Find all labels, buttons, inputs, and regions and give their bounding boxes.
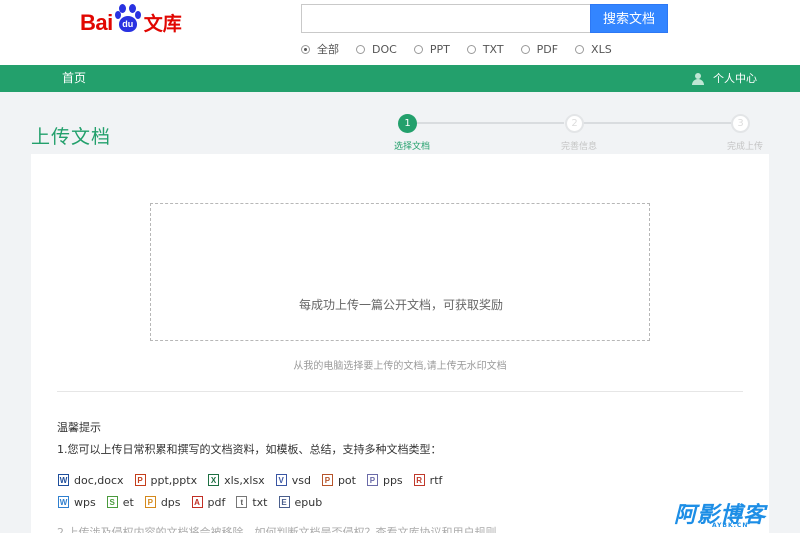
radio-icon[interactable]: [413, 44, 423, 54]
file-type-doc: Wdoc,docx: [58, 474, 124, 487]
file-type-label: pps: [382, 473, 403, 487]
file-type-ppt: Pppt,pptx: [134, 473, 198, 487]
ppt-file-icon: P: [134, 474, 146, 486]
top-header: Bai du 文库 搜索文档 全部 DOC PPT TXT PDF XLS: [0, 0, 800, 65]
radio-icon[interactable]: [466, 44, 476, 54]
upload-dropzone[interactable]: 每成功上传一篇公开文档，可获取奖励: [150, 203, 650, 341]
step-2-circle: 2: [565, 114, 584, 133]
pps-file-icon: P: [366, 474, 378, 486]
filter-option-pdf[interactable]: PDF: [520, 42, 559, 56]
radio-icon[interactable]: [356, 44, 365, 54]
baidu-paw-icon: du: [114, 4, 141, 34]
wps-file-icon: W: [58, 496, 69, 508]
rtf-file-icon: R: [413, 474, 425, 486]
filter-option-txt[interactable]: TXT: [466, 42, 504, 56]
filter-option-xls[interactable]: XLS: [575, 43, 612, 56]
file-type-label: pdf: [207, 495, 226, 509]
doc-type-filter: 全部 DOC PPT TXT PDF XLS: [301, 42, 629, 56]
nav-home-link[interactable]: 首页: [62, 65, 86, 92]
file-type-label: rtf: [429, 473, 443, 487]
file-type-et: Set: [106, 495, 134, 509]
filter-label: PDF: [536, 42, 559, 56]
tips-title: 温馨提示: [57, 421, 101, 434]
file-type-vsd: Vvsd: [275, 473, 311, 487]
file-type-pot: Ppot: [321, 473, 356, 487]
file-types-row-2: Wwps Set Pdps Apdf t txt Eepub: [58, 495, 333, 509]
file-type-wps: Wwps: [58, 496, 96, 509]
filter-label: PPT: [429, 42, 450, 56]
file-type-label: epub: [294, 495, 323, 509]
step-1-circle: 1: [398, 114, 417, 133]
file-type-epub: Eepub: [278, 495, 323, 509]
epub-file-icon: E: [278, 496, 290, 508]
watermark-sub: AYBK.CN: [712, 522, 749, 529]
dropzone-reward-text: 每成功上传一篇公开文档，可获取奖励: [298, 298, 503, 312]
site-watermark: 阿影博客 AYBK.CN: [674, 497, 792, 531]
user-center-label: 个人中心: [713, 72, 757, 85]
radio-icon[interactable]: [575, 44, 585, 54]
step-1-label: 选择文档: [394, 142, 431, 152]
doc-file-icon: W: [58, 474, 69, 486]
file-type-label: txt: [252, 495, 268, 509]
user-center-link[interactable]: 个人中心: [692, 65, 757, 92]
step-3-circle: 3: [731, 114, 750, 133]
xls-file-icon: X: [208, 474, 220, 486]
file-types-row-1: Wdoc,docx Pppt,pptx Xxls,xlsx Vvsd Ppot Ppps R…: [58, 473, 453, 487]
file-type-rtf: Rrtf: [413, 473, 443, 487]
file-type-pps: Ppps: [366, 473, 403, 487]
search-input[interactable]: [301, 4, 590, 33]
dps-file-icon: P: [144, 496, 156, 508]
file-type-txt: t txt: [236, 495, 268, 509]
filter-label: TXT: [482, 42, 504, 56]
pot-file-icon: P: [321, 474, 333, 486]
filter-label: 全部: [317, 43, 339, 56]
radio-icon[interactable]: [301, 44, 310, 54]
radio-icon[interactable]: [520, 44, 530, 54]
filter-option-doc[interactable]: DOC: [356, 43, 397, 56]
file-type-label: doc,docx: [74, 473, 124, 487]
vsd-file-icon: V: [275, 474, 287, 486]
file-type-dps: Pdps: [144, 495, 181, 509]
file-type-label: et: [122, 495, 134, 509]
file-type-label: pot: [337, 473, 356, 487]
et-file-icon: S: [106, 496, 118, 508]
page-title: 上传文档: [31, 126, 112, 148]
step-2-label: 完善信息: [561, 142, 598, 152]
divider: [57, 391, 743, 392]
logo-paw-text: du: [118, 16, 137, 32]
filter-option-ppt[interactable]: PPT: [413, 42, 450, 56]
filter-label: DOC: [372, 42, 397, 56]
main-navbar: 首页 个人中心: [0, 65, 800, 92]
tips-line-1: 1.您可以上传日常积累和撰写的文档资料，如模板、总结，支持多种文档类型：: [57, 443, 442, 456]
baidu-wenku-logo[interactable]: Bai du 文库: [80, 4, 182, 34]
step-connector: [416, 122, 564, 124]
logo-wenku-text: 文库: [143, 13, 182, 35]
file-type-label: vsd: [291, 473, 311, 487]
txt-file-icon: t: [236, 496, 248, 508]
upload-hint: 从我的电脑选择要上传的文档,请上传无水印文档: [293, 361, 507, 372]
file-type-label: wps: [74, 495, 96, 509]
file-type-label: dps: [160, 495, 181, 509]
logo-bai-text: Bai: [80, 10, 113, 35]
step-3-label: 完成上传: [727, 142, 764, 152]
search-button[interactable]: 搜索文档: [590, 4, 668, 33]
tips-line-2: 2.上传涉及侵权内容的文档将会被移除，如何判断文档是否侵权？查看文库协议和用户规…: [57, 526, 497, 533]
file-type-pdf: Apdf: [191, 495, 226, 509]
file-type-label: ppt,pptx: [150, 473, 198, 487]
file-type-xls: Xxls,xlsx: [208, 474, 265, 487]
file-type-label: xls,xlsx: [224, 473, 265, 487]
step-connector: [583, 122, 731, 124]
filter-label: XLS: [591, 42, 612, 56]
user-icon: [692, 72, 704, 85]
filter-option-全部[interactable]: 全部: [301, 41, 339, 57]
pdf-file-icon: A: [191, 496, 203, 508]
